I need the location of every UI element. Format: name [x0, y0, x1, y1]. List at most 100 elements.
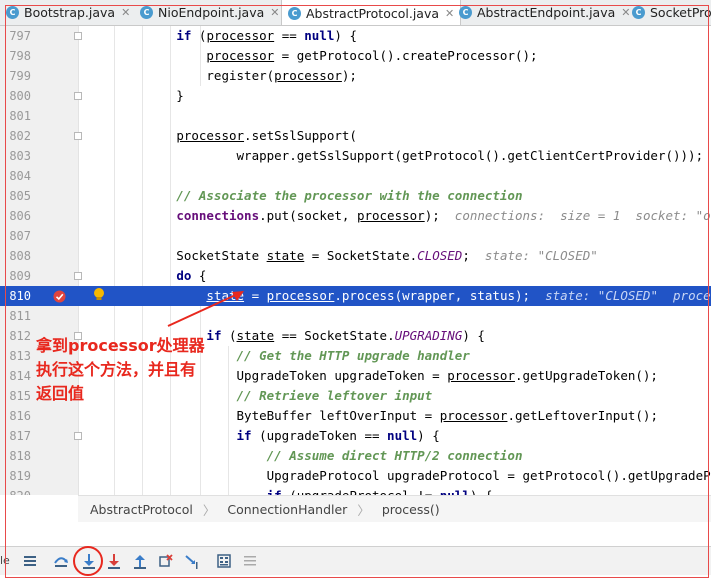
code-editor[interactable]: 797 if (processor == null) { 798 process… — [0, 26, 711, 495]
drop-frame-icon[interactable] — [156, 551, 176, 571]
line-number: 803 — [9, 149, 31, 163]
class-icon: C — [140, 6, 153, 19]
line-number: 810 — [9, 289, 31, 303]
fold-marker[interactable] — [74, 92, 82, 100]
code-line[interactable]: 819 UpgradeProtocol upgradeProtocol = ge… — [0, 466, 711, 486]
line-number: 808 — [9, 249, 31, 263]
inline-debug-value: state: "CLOSED" processo — [545, 288, 711, 303]
breadcrumb-item[interactable]: ConnectionHandler — [227, 502, 347, 517]
evaluate-icon[interactable] — [214, 551, 234, 571]
line-number: 799 — [9, 69, 31, 83]
code-line[interactable]: 811 — [0, 306, 711, 326]
line-number: 805 — [9, 189, 31, 203]
fold-marker[interactable] — [74, 432, 82, 440]
close-icon[interactable]: ✕ — [621, 6, 630, 19]
code-text[interactable]: register(processor); — [86, 66, 357, 86]
code-line[interactable]: 807 — [0, 226, 711, 246]
debug-toolbar: le — [0, 546, 711, 576]
tab-socketproc[interactable]: C SocketProc — [632, 0, 711, 25]
close-icon[interactable]: ✕ — [445, 7, 454, 20]
code-line[interactable]: 800 } — [0, 86, 711, 106]
code-line[interactable]: 808 SocketState state = SocketState.CLOS… — [0, 246, 711, 266]
tab-abstractendpoint[interactable]: C AbstractEndpoint.java ✕ — [459, 0, 631, 25]
line-number: 812 — [9, 329, 31, 343]
code-text[interactable]: connections.put(socket, processor); conn… — [86, 206, 711, 226]
line-number: 807 — [9, 229, 31, 243]
inline-debug-value: state: "CLOSED" — [484, 248, 598, 263]
line-number: 814 — [9, 369, 31, 383]
code-text[interactable]: if (processor == null) { — [86, 26, 357, 46]
code-line[interactable]: 801 — [0, 106, 711, 126]
code-text[interactable]: if (upgradeToken == null) { — [86, 426, 440, 446]
code-line[interactable]: 820 if (upgradeProtocol != null) { — [0, 486, 711, 495]
code-line[interactable]: 802 processor.setSslSupport( — [0, 126, 711, 146]
tab-bootstrap[interactable]: C Bootstrap.java ✕ — [6, 0, 130, 25]
run-to-cursor-icon[interactable] — [182, 551, 202, 571]
code-line[interactable]: 818 // Assume direct HTTP/2 connection — [0, 446, 711, 466]
class-icon: C — [6, 6, 19, 19]
status-left-text: le — [0, 554, 10, 567]
line-number: 797 — [9, 29, 31, 43]
annotation-arrow — [167, 291, 244, 327]
code-text[interactable]: processor = getProtocol().createProcesso… — [86, 46, 537, 66]
tab-nioendpoint[interactable]: C NioEndpoint.java ✕ — [140, 0, 280, 25]
editor-tab-bar: C Bootstrap.java ✕ C NioEndpoint.java ✕ … — [0, 0, 711, 26]
line-number: 801 — [9, 109, 31, 123]
code-line[interactable]: 804 — [0, 166, 711, 186]
line-number: 817 — [9, 429, 31, 443]
code-line[interactable]: 803 wrapper.getSslSupport(getProtocol().… — [0, 146, 711, 166]
tab-abstractprotocol[interactable]: C AbstractProtocol.java ✕ — [281, 0, 462, 25]
tab-label: AbstractEndpoint.java — [477, 5, 616, 20]
current-execution-line[interactable]: 810 state = processor.process(wrapper, s… — [0, 286, 711, 306]
force-step-into-icon[interactable] — [104, 551, 124, 571]
code-line[interactable]: 817 if (upgradeToken == null) { — [0, 426, 711, 446]
highlight-circle — [73, 546, 103, 576]
breakpoint-check-icon[interactable] — [53, 290, 66, 303]
breadcrumb-item[interactable]: process() — [382, 502, 440, 517]
tab-label: AbstractProtocol.java — [306, 5, 440, 21]
annotation-text: 拿到processor处理器 执行这个方法，并且有 返回值 — [36, 334, 236, 406]
line-number: 820 — [0, 486, 31, 495]
fold-marker[interactable] — [74, 32, 82, 40]
code-line[interactable]: 809 do { — [0, 266, 711, 286]
code-text[interactable]: } — [86, 86, 184, 106]
line-number: 815 — [9, 389, 31, 403]
annotation-line: 拿到processor处理器 — [36, 336, 205, 355]
line-number: 819 — [9, 469, 31, 483]
line-number: 802 — [9, 129, 31, 143]
close-icon[interactable]: ✕ — [270, 6, 279, 19]
code-text[interactable]: SocketState state = SocketState.CLOSED; … — [86, 246, 598, 266]
inline-debug-value: connections: size = 1 socket: "org — [454, 208, 711, 223]
code-text[interactable]: UpgradeProtocol upgradeProtocol = getPro… — [86, 466, 711, 486]
fold-marker[interactable] — [74, 132, 82, 140]
close-icon[interactable]: ✕ — [121, 6, 130, 19]
line-number: 818 — [9, 449, 31, 463]
code-line[interactable]: 816 ByteBuffer leftOverInput = processor… — [0, 406, 711, 426]
annotation-line: 执行这个方法，并且有 — [36, 360, 197, 379]
code-line[interactable]: 806 connections.put(socket, processor); … — [0, 206, 711, 226]
code-text[interactable]: if (upgradeProtocol != null) { — [86, 486, 493, 495]
code-line[interactable]: 799 register(processor); — [0, 66, 711, 86]
menu-icon[interactable] — [20, 551, 40, 571]
code-comment[interactable]: // Associate the processor with the conn… — [86, 186, 522, 206]
code-line[interactable]: 805 // Associate the processor with the … — [0, 186, 711, 206]
breadcrumb-item[interactable]: AbstractProtocol — [90, 502, 193, 517]
breadcrumb: AbstractProtocol 〉 ConnectionHandler 〉 p… — [78, 495, 711, 522]
class-icon: C — [632, 6, 645, 19]
code-line[interactable]: 798 processor = getProtocol().createProc… — [0, 46, 711, 66]
code-line[interactable]: 797 if (processor == null) { — [0, 26, 711, 46]
trace-icon[interactable] — [240, 551, 260, 571]
line-number: 800 — [9, 89, 31, 103]
code-text[interactable]: wrapper.getSslSupport(getProtocol().getC… — [86, 146, 704, 166]
line-number: 809 — [9, 269, 31, 283]
step-over-icon[interactable] — [51, 551, 71, 571]
code-text[interactable]: processor.setSslSupport( — [86, 126, 357, 146]
code-text[interactable]: ByteBuffer leftOverInput = processor.get… — [86, 406, 658, 426]
step-out-icon[interactable] — [130, 551, 150, 571]
fold-marker[interactable] — [74, 272, 82, 280]
code-comment[interactable]: // Assume direct HTTP/2 connection — [86, 446, 523, 466]
abstract-class-icon: C — [459, 6, 472, 19]
line-number: 798 — [9, 49, 31, 63]
line-number: 816 — [9, 409, 31, 423]
abstract-class-icon: C — [288, 6, 301, 20]
